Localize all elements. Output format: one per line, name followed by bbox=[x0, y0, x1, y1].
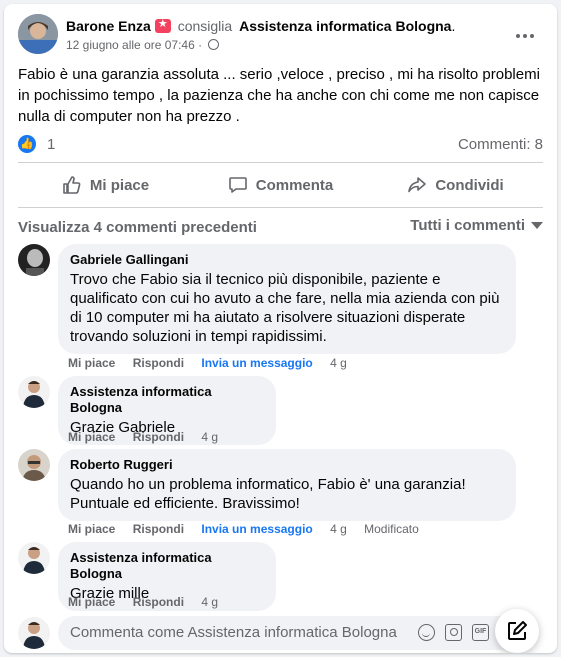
comment-actions: Mi piace Rispondi 4 g bbox=[68, 595, 232, 609]
dot-icon bbox=[516, 34, 520, 38]
comment-actions: Mi piace Rispondi 4 g bbox=[68, 430, 232, 444]
composer-avatar[interactable] bbox=[18, 617, 50, 649]
author-name[interactable]: Barone Enza bbox=[66, 18, 151, 34]
author-avatar[interactable] bbox=[18, 14, 58, 54]
comment-item: Assistenza informatica Bologna Grazie Ga… bbox=[18, 376, 543, 445]
comment-text: Trovo che Fabio sia il tecnico più dispo… bbox=[70, 271, 500, 345]
comment-like-button[interactable]: Mi piace bbox=[68, 356, 115, 370]
post-actions: Mi piace Commenta Condividi bbox=[18, 167, 543, 203]
like-reaction-icon[interactable]: 👍 bbox=[18, 135, 36, 153]
author-line: Barone Enza consiglia Assistenza informa… bbox=[66, 17, 456, 34]
globe-icon bbox=[208, 39, 220, 50]
thumbs-up-icon bbox=[63, 176, 81, 194]
comment-time[interactable]: 4 g bbox=[330, 522, 347, 536]
comment-item: Assistenza informatica Bologna Grazie mi… bbox=[18, 542, 543, 611]
date-separator: · bbox=[198, 38, 203, 52]
share-button[interactable]: Condividi bbox=[368, 167, 543, 203]
comment-composer: Commenta come Assistenza informatica Bol… bbox=[18, 609, 543, 653]
post-text: Fabio è una garanzia assoluta ... serio … bbox=[18, 66, 540, 125]
divider bbox=[18, 207, 543, 208]
like-label: Mi piace bbox=[89, 176, 150, 194]
comment-actions: Mi piace Rispondi Invia un messaggio 4 g… bbox=[68, 522, 433, 536]
comments-filter-dropdown[interactable]: Tutti i commenti bbox=[410, 217, 543, 234]
post-date[interactable]: 12 giugno alle ore 07:46 bbox=[66, 38, 195, 52]
comment-reply-button[interactable]: Rispondi bbox=[133, 522, 184, 536]
comment-item: Gabriele Gallingani Trovo che Fabio sia … bbox=[18, 244, 543, 370]
camera-icon[interactable] bbox=[445, 624, 462, 641]
comment-bubble: Gabriele Gallingani Trovo che Fabio sia … bbox=[58, 244, 516, 354]
comment-icon bbox=[228, 177, 247, 193]
commenter-name[interactable]: Roberto Ruggeri bbox=[70, 457, 504, 473]
comment-item: Roberto Ruggeri Quando ho un problema in… bbox=[18, 449, 543, 536]
comment-bubble: Roberto Ruggeri Quando ho un problema in… bbox=[58, 449, 516, 521]
page-suffix: . bbox=[451, 18, 456, 34]
commenter-name[interactable]: Assistenza informatica Bologna bbox=[70, 384, 264, 416]
comments-count[interactable]: Commenti: 8 bbox=[458, 136, 543, 153]
edited-label: Modificato bbox=[364, 522, 419, 536]
dot-icon bbox=[530, 34, 534, 38]
comment-actions: Mi piace Rispondi Invia un messaggio 4 g bbox=[68, 356, 361, 370]
comment-time[interactable]: 4 g bbox=[330, 356, 347, 370]
composer-tools: GIF bbox=[418, 624, 489, 641]
post-header: Barone Enza consiglia Assistenza informa… bbox=[18, 14, 543, 60]
comment-button[interactable]: Commenta bbox=[193, 167, 368, 203]
comment-reply-button[interactable]: Rispondi bbox=[133, 595, 184, 609]
commenter-avatar[interactable] bbox=[18, 449, 50, 481]
comment-time[interactable]: 4 g bbox=[201, 430, 218, 444]
filter-label: Tutti i commenti bbox=[410, 217, 525, 234]
comment-label: Commenta bbox=[255, 176, 334, 194]
new-message-button[interactable] bbox=[495, 609, 539, 653]
caret-down-icon bbox=[531, 222, 543, 229]
gif-icon[interactable]: GIF bbox=[472, 624, 489, 641]
comment-reply-button[interactable]: Rispondi bbox=[133, 430, 184, 444]
reactions-count[interactable]: 1 bbox=[47, 136, 55, 153]
commenter-avatar[interactable] bbox=[18, 376, 50, 408]
comment-text: Quando ho un problema informatico, Fabio… bbox=[70, 476, 466, 512]
post-card: Barone Enza consiglia Assistenza informa… bbox=[4, 4, 557, 653]
view-previous-comments-link[interactable]: Visualizza 4 commenti precedenti bbox=[18, 219, 257, 236]
recommend-verb: consiglia bbox=[177, 18, 233, 34]
commenter-avatar[interactable] bbox=[18, 542, 50, 574]
more-options-button[interactable] bbox=[507, 18, 543, 54]
reactions-bar: 👍 1 Commenti: 8 bbox=[18, 132, 543, 156]
compose-icon bbox=[508, 621, 527, 640]
divider bbox=[18, 162, 543, 163]
dot-icon bbox=[523, 34, 527, 38]
post-meta: 12 giugno alle ore 07:46 · bbox=[66, 38, 220, 52]
send-message-button[interactable]: Invia un messaggio bbox=[201, 522, 312, 536]
share-icon bbox=[408, 177, 427, 193]
share-label: Condividi bbox=[435, 176, 504, 194]
commenter-name[interactable]: Assistenza informatica Bologna bbox=[70, 550, 264, 582]
comment-reply-button[interactable]: Rispondi bbox=[133, 356, 184, 370]
comment-time[interactable]: 4 g bbox=[201, 595, 218, 609]
comment-like-button[interactable]: Mi piace bbox=[68, 430, 115, 444]
comment-like-button[interactable]: Mi piace bbox=[68, 595, 115, 609]
like-button[interactable]: Mi piace bbox=[18, 167, 193, 203]
recommend-icon bbox=[154, 17, 171, 33]
emoji-icon[interactable] bbox=[418, 624, 435, 641]
commenter-name[interactable]: Gabriele Gallingani bbox=[70, 252, 504, 268]
commenter-avatar[interactable] bbox=[18, 244, 50, 276]
page-name[interactable]: Assistenza informatica Bologna bbox=[239, 18, 451, 34]
send-message-button[interactable]: Invia un messaggio bbox=[201, 356, 312, 370]
comment-like-button[interactable]: Mi piace bbox=[68, 522, 115, 536]
